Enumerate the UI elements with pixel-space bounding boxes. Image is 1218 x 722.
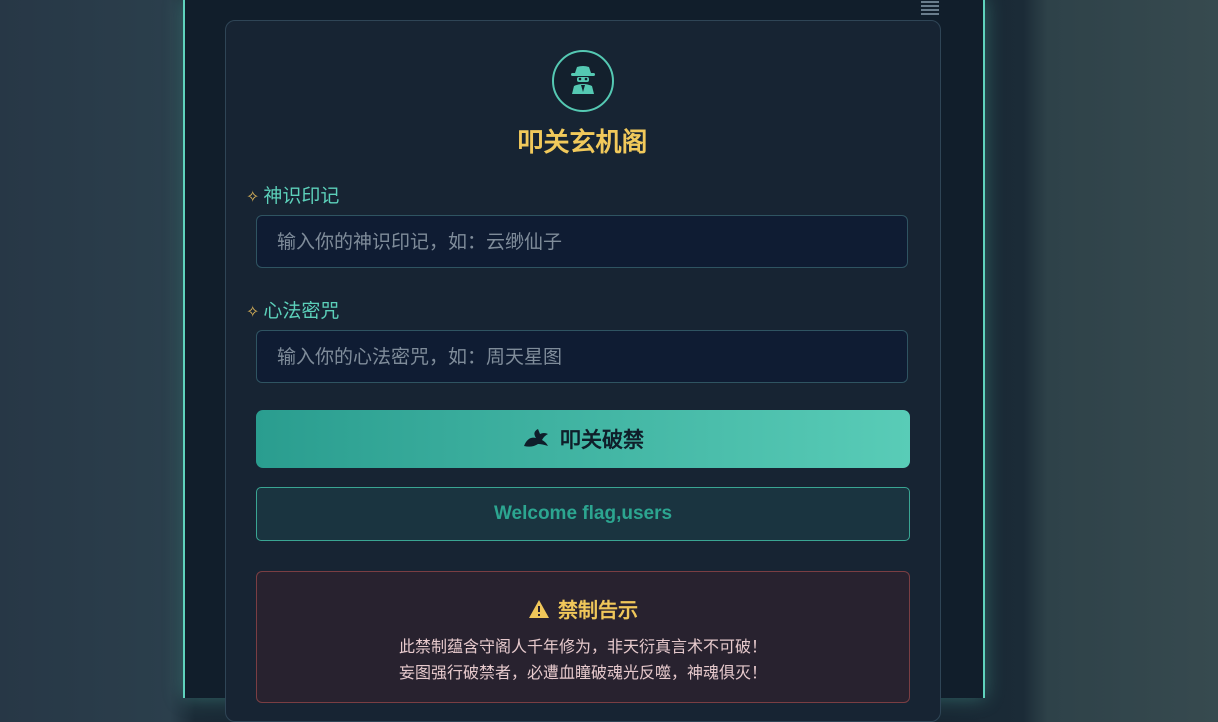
password-input[interactable] [256, 330, 908, 383]
sparkle-icon: ✧ [246, 187, 260, 206]
warning-line-1: 此禁制蕴含守阁人千年修为，非天衍真言术不可破！ [398, 637, 767, 656]
username-input[interactable] [256, 215, 908, 268]
warning-panel: 禁制告示 此禁制蕴含守阁人千年修为，非天衍真言术不可破！ 妄图强行破禁者，必遭血… [256, 571, 910, 703]
page-title: 叩关玄机阁 [517, 128, 648, 158]
sparkle-icon: ✧ [246, 302, 260, 321]
password-label: ✧ 心法密咒 [246, 296, 339, 323]
password-label-text: 心法密咒 [263, 300, 340, 322]
warning-line-2: 妄图强行破禁者，必遭血瞳破魂光反噬，神魂俱灭！ [398, 663, 767, 682]
warning-title-text: 禁制告示 [558, 598, 638, 622]
menu-icon[interactable] [921, 1, 939, 15]
warning-icon [528, 599, 550, 624]
submit-button[interactable]: 叩关破禁 [256, 410, 910, 468]
warning-title: 禁制告示 [257, 594, 909, 624]
dragon-icon [522, 426, 550, 453]
username-label: ✧ 神识印记 [246, 181, 339, 208]
spy-icon [552, 50, 614, 112]
welcome-message: Welcome flag,users [256, 487, 910, 541]
username-label-text: 神识印记 [263, 185, 340, 207]
submit-label: 叩关破禁 [560, 428, 644, 452]
